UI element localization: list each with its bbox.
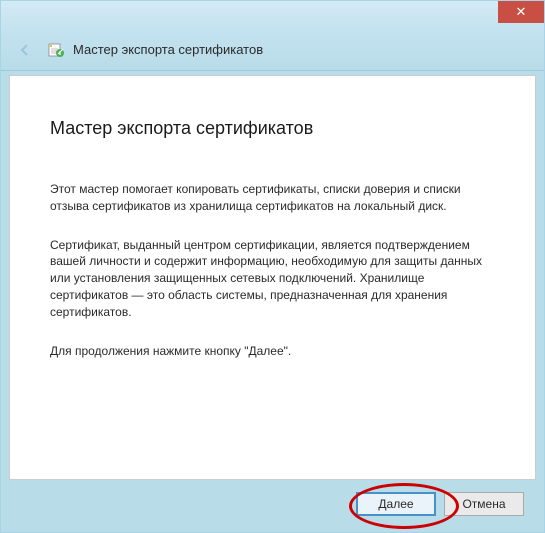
cancel-button[interactable]: Отмена — [444, 492, 524, 516]
close-icon: ✕ — [516, 4, 527, 20]
wizard-window: ✕ Мастер экспорта сертификатов Мастер эк… — [0, 0, 545, 533]
certificate-wizard-icon — [47, 41, 65, 59]
titlebar: ✕ — [1, 1, 544, 29]
header-title: Мастер экспорта сертификатов — [73, 42, 263, 57]
back-arrow-icon — [17, 42, 33, 58]
intro-paragraph-2: Сертификат, выданный центром сертификаци… — [50, 237, 495, 321]
header: Мастер экспорта сертификатов — [1, 29, 544, 71]
button-bar: Далее Отмена — [9, 480, 536, 528]
intro-paragraph-3: Для продолжения нажмите кнопку "Далее". — [50, 343, 495, 360]
content-wrapper: Мастер экспорта сертификатов Этот мастер… — [1, 71, 544, 532]
page-title: Мастер экспорта сертификатов — [50, 118, 495, 139]
intro-paragraph-1: Этот мастер помогает копировать сертифик… — [50, 181, 495, 215]
close-button[interactable]: ✕ — [498, 1, 544, 23]
content-panel: Мастер экспорта сертификатов Этот мастер… — [9, 75, 536, 480]
next-button[interactable]: Далее — [356, 492, 436, 516]
back-button[interactable] — [11, 36, 39, 64]
